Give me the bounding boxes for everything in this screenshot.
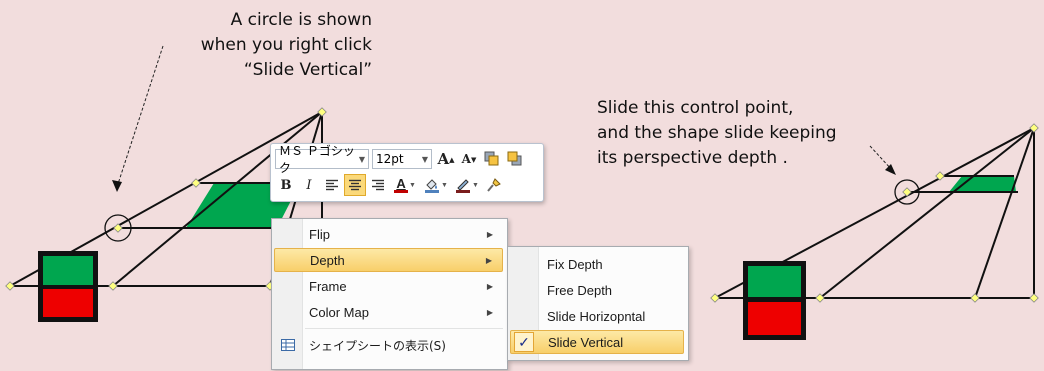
- submenu-arrow-icon: ▶: [486, 281, 493, 291]
- font-size-value: 12pt: [376, 152, 404, 166]
- right-note-line-1: Slide this control point,: [597, 98, 794, 118]
- submenu-item-label: Fix Depth: [547, 256, 603, 272]
- left-callout-arrow: [116, 45, 164, 188]
- submenu-item-fix-depth[interactable]: Fix Depth: [510, 252, 684, 276]
- font-color-swatch: [394, 189, 409, 193]
- align-center-button[interactable]: [344, 174, 366, 196]
- shrink-font-label: A: [461, 152, 471, 166]
- align-right-icon: [372, 179, 384, 191]
- font-size-combo[interactable]: 12pt ▼: [372, 149, 432, 169]
- submenu-arrow-icon: ▶: [485, 255, 492, 265]
- right-note-line-3: its perspective depth .: [597, 148, 788, 168]
- right-color-box: [743, 261, 806, 340]
- send-backward-icon: [507, 151, 522, 166]
- right-green-parallelogram: [949, 176, 1016, 192]
- left-color-box: [38, 251, 98, 322]
- submenu-arrow-icon: ▶: [486, 307, 493, 317]
- left-note-line-2: when you right click: [200, 35, 372, 55]
- right-note-line-2: and the shape slide keeping: [597, 123, 837, 143]
- menu-item-depth[interactable]: Depth ▶: [274, 248, 503, 272]
- format-painter-button[interactable]: [483, 174, 505, 196]
- grow-font-button[interactable]: A ▲: [435, 148, 457, 170]
- submenu-item-label: Slide Horizopntal: [547, 308, 646, 324]
- submenu-item-label: Free Depth: [547, 282, 613, 298]
- menu-item-label: Frame: [309, 278, 347, 294]
- checkmark-icon: ✓: [514, 332, 534, 352]
- submenu-item-slide-horizontal[interactable]: Slide Horizopntal: [510, 304, 684, 328]
- format-painter-icon: [487, 178, 501, 192]
- left-arrowhead: [112, 180, 122, 192]
- menu-item-flip[interactable]: Flip ▶: [274, 222, 503, 246]
- chevron-down-icon[interactable]: ▼: [409, 182, 416, 189]
- shrink-font-button[interactable]: A ▼: [458, 148, 480, 170]
- align-left-button[interactable]: [321, 174, 343, 196]
- font-color-button[interactable]: A ▼: [390, 174, 420, 196]
- menu-item-label: シェイプシートの表示(S): [309, 338, 446, 353]
- submenu-arrow-icon: ▶: [486, 229, 493, 239]
- menu-separator: [305, 328, 503, 329]
- left-note-line-3: “Slide Vertical”: [243, 60, 372, 80]
- submenu-item-label: Slide Vertical: [548, 334, 624, 350]
- right-note: Slide this control point, and the shape …: [597, 96, 837, 171]
- right-arrowhead: [885, 164, 896, 175]
- italic-button[interactable]: I: [298, 174, 320, 196]
- menu-item-label: Color Map: [309, 304, 369, 320]
- chevron-down-icon[interactable]: ▼: [419, 155, 428, 164]
- grow-font-label: A: [437, 150, 450, 168]
- font-color-label: A: [396, 175, 406, 191]
- bring-forward-icon: [484, 151, 499, 166]
- depth-submenu: Fix Depth Free Depth Slide Horizopntal ✓…: [507, 246, 689, 361]
- align-left-icon: [326, 179, 338, 191]
- align-center-icon: [349, 179, 361, 191]
- context-menu: Flip ▶ Depth ▶ Frame ▶ Color Map ▶ シェイプシ…: [271, 218, 508, 370]
- bold-button[interactable]: B: [275, 174, 297, 196]
- submenu-item-slide-vertical[interactable]: ✓ Slide Vertical: [510, 330, 684, 354]
- menu-item-color-map[interactable]: Color Map ▶: [274, 300, 503, 324]
- chevron-down-icon[interactable]: ▼: [472, 182, 479, 189]
- left-note-line-1: A circle is shown: [230, 10, 372, 30]
- menu-item-label: Flip: [309, 226, 330, 242]
- font-name-combo[interactable]: ＭＳ Ｐゴシック ▼: [275, 144, 369, 175]
- paint-bucket-icon: [425, 179, 440, 193]
- font-name-value: ＭＳ Ｐゴシック: [279, 144, 355, 175]
- line-color-button[interactable]: ▼: [452, 174, 482, 196]
- chevron-down-icon[interactable]: ▼: [356, 155, 365, 164]
- fill-color-button[interactable]: ▼: [421, 174, 451, 196]
- align-right-button[interactable]: [367, 174, 389, 196]
- pen-icon: [456, 179, 471, 193]
- mini-toolbar: ＭＳ Ｐゴシック ▼ 12pt ▼ A ▲ A ▼ B I A ▼ ▼ ▼: [270, 143, 544, 202]
- left-note: A circle is shown when you right click “…: [201, 8, 372, 83]
- menu-item-shapesheet[interactable]: シェイプシートの表示(S): [274, 333, 503, 357]
- chevron-down-icon[interactable]: ▼: [441, 182, 448, 189]
- bold-label: B: [280, 177, 292, 193]
- italic-label: I: [306, 177, 312, 193]
- shapesheet-icon: [281, 339, 295, 351]
- menu-item-label: Depth: [310, 252, 345, 268]
- send-backward-button[interactable]: [504, 148, 526, 170]
- menu-item-frame[interactable]: Frame ▶: [274, 274, 503, 298]
- bring-forward-button[interactable]: [481, 148, 503, 170]
- submenu-item-free-depth[interactable]: Free Depth: [510, 278, 684, 302]
